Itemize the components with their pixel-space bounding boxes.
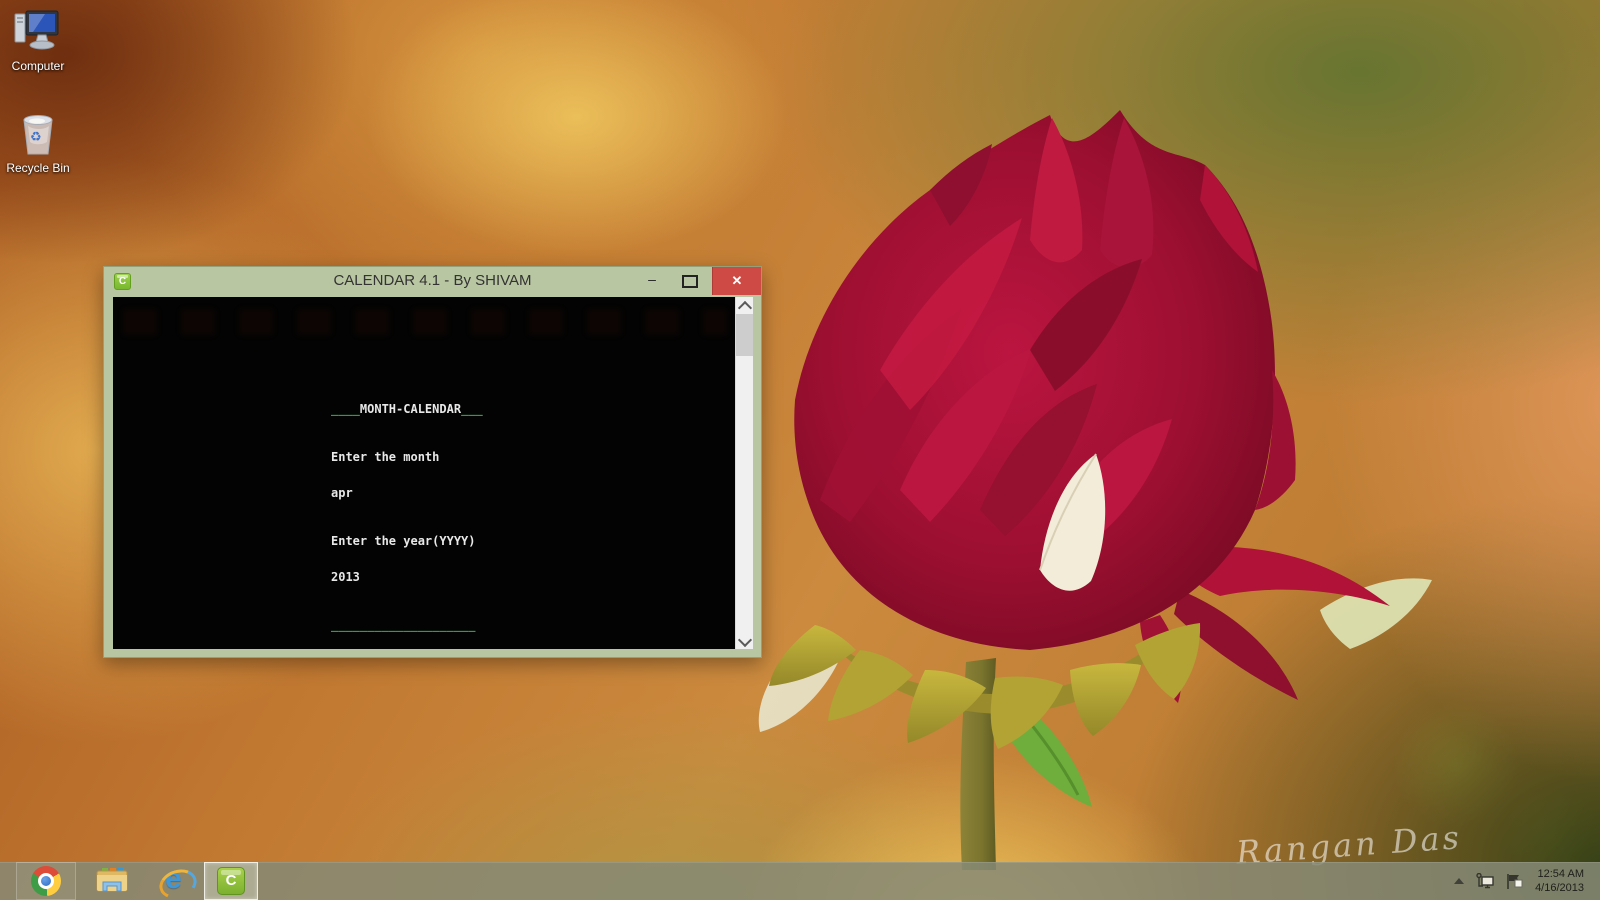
desktop-icon-recycle-bin[interactable]: ♻ Recycle Bin xyxy=(4,108,72,175)
taskbar-clock[interactable]: 12:54 AM 4/16/2013 xyxy=(1535,867,1584,895)
taskbar-file-explorer-button[interactable] xyxy=(84,862,140,900)
scroll-down-button[interactable] xyxy=(736,632,753,649)
scroll-thumb[interactable] xyxy=(736,314,753,356)
dahlia-flower xyxy=(758,110,1432,870)
desktop: Rangan Das Computer ♻ Recycle Bin C CALE… xyxy=(0,0,1600,900)
console-scrollbar[interactable] xyxy=(735,297,753,649)
console-heading: MONTH-CALENDAR xyxy=(359,402,462,416)
minimize-button[interactable]: – xyxy=(637,267,667,296)
maximize-button[interactable] xyxy=(673,267,703,296)
taskbar: e C 12:54 AM 4/16/2013 xyxy=(0,862,1600,900)
console-text: ____MONTH-CALENDAR___ Enter the month ap… xyxy=(331,379,483,649)
taskbar-calendar-app-button[interactable]: C xyxy=(204,862,258,900)
calendar-app-window: C CALENDAR 4.1 - By SHIVAM – ✕ ____MONTH… xyxy=(103,266,762,658)
recycle-symbol: ♻ xyxy=(30,129,42,144)
system-tray: 12:54 AM 4/16/2013 xyxy=(1454,862,1600,900)
tray-date: 4/16/2013 xyxy=(1535,882,1584,894)
desktop-icon-label: Computer xyxy=(11,59,65,73)
console-bottom-rule: ____________________ xyxy=(331,618,476,632)
console-prompt-year: Enter the year(YYYY) xyxy=(331,534,476,548)
tray-time: 12:54 AM xyxy=(1537,868,1584,880)
action-center-flag-icon[interactable] xyxy=(1506,873,1524,890)
chrome-icon xyxy=(31,866,61,896)
scroll-down-icon xyxy=(737,632,753,648)
close-button[interactable]: ✕ xyxy=(712,267,761,295)
window-titlebar[interactable]: C CALENDAR 4.1 - By SHIVAM – ✕ xyxy=(104,267,761,297)
calendar-app-icon: C xyxy=(217,867,245,895)
console-prompt-month: Enter the month xyxy=(331,450,440,464)
recycle-bin-icon: ♻ xyxy=(23,115,53,155)
network-icon[interactable] xyxy=(1475,873,1495,889)
console-ghost-artifact xyxy=(123,309,727,335)
console-output: ____MONTH-CALENDAR___ Enter the month ap… xyxy=(113,297,737,649)
ie-orbit-ring xyxy=(155,864,201,900)
desktop-icon-label: Recycle Bin xyxy=(6,161,70,175)
console-input-year: 2013 xyxy=(331,570,360,584)
scroll-up-icon xyxy=(737,300,753,316)
maximize-icon xyxy=(682,275,698,288)
taskbar-chrome-button[interactable] xyxy=(16,862,76,900)
console-heading-line: ____MONTH-CALENDAR___ xyxy=(331,402,483,416)
file-explorer-icon xyxy=(96,868,128,892)
console-input-month: apr xyxy=(331,486,353,500)
taskbar-internet-explorer-button[interactable]: e xyxy=(148,862,204,900)
desktop-icon-computer[interactable]: Computer xyxy=(4,8,72,73)
computer-icon xyxy=(14,10,59,50)
show-hidden-icons-button[interactable] xyxy=(1454,878,1465,884)
internet-explorer-icon: e xyxy=(155,862,201,900)
scroll-up-button[interactable] xyxy=(736,297,753,316)
